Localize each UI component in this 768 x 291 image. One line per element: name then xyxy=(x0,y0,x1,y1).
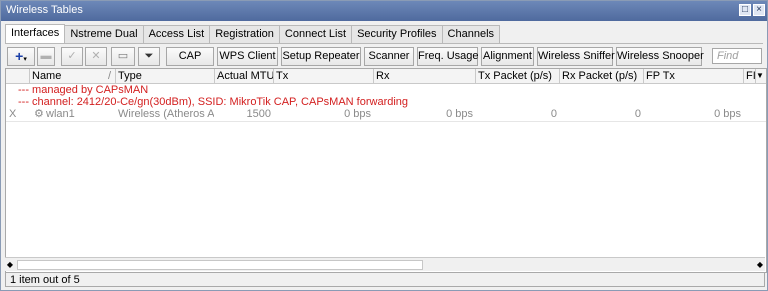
wireless-interface-icon: ⚙ xyxy=(34,108,44,120)
header-type[interactable]: Type xyxy=(116,69,215,83)
row-mtu: 1500 xyxy=(246,108,271,120)
tab-nstreme-dual[interactable]: Nstreme Dual xyxy=(64,25,144,43)
wireless-sniffer-button[interactable]: Wireless Sniffer xyxy=(537,47,615,66)
row-name: wlan1 xyxy=(46,108,75,120)
row-fp-tx: 0 bps xyxy=(714,108,741,120)
header-tx-packet[interactable]: Tx Packet (p/s) xyxy=(476,69,560,83)
note-icon: ▭ xyxy=(117,50,129,62)
minus-icon: ▬ xyxy=(40,50,52,62)
table-row[interactable]: X ⚙ wlan1 Wireless (Atheros AR9... 1500 … xyxy=(6,108,766,122)
check-icon: ✓ xyxy=(67,50,77,62)
sort-icon: / xyxy=(107,70,111,82)
wps-client-button[interactable]: WPS Client xyxy=(217,47,278,66)
add-button[interactable]: +▾ xyxy=(7,47,35,66)
maximize-icon[interactable]: □ xyxy=(739,4,751,16)
alignment-button[interactable]: Alignment xyxy=(481,47,534,66)
close-icon[interactable]: × xyxy=(753,4,765,16)
tab-connect-list[interactable]: Connect List xyxy=(278,25,353,43)
tab-channels[interactable]: Channels xyxy=(441,25,501,43)
header-tx[interactable]: Tx xyxy=(274,69,374,83)
cross-icon: ✕ xyxy=(91,50,101,62)
window-title: Wireless Tables xyxy=(6,4,83,16)
scroll-right-icon[interactable]: ◆ xyxy=(755,258,765,271)
scroll-left-icon[interactable]: ◆ xyxy=(5,258,15,271)
header-rx-packet[interactable]: Rx Packet (p/s) xyxy=(560,69,644,83)
wireless-tables-window: Wireless Tables □ × Interfaces Nstreme D… xyxy=(0,0,768,291)
comment-managed-by-capsman: --- managed by CAPsMAN xyxy=(18,84,149,96)
header-actual-mtu[interactable]: Actual MTU xyxy=(215,69,274,83)
tab-divider xyxy=(5,43,763,44)
disable-button[interactable]: ✕ xyxy=(85,47,107,66)
window-titlebar[interactable]: Wireless Tables □ × xyxy=(1,1,767,21)
header-name[interactable]: Name / xyxy=(30,69,116,83)
horizontal-scrollbar[interactable]: ◆ ◆ xyxy=(5,257,765,271)
scrollbar-thumb[interactable] xyxy=(17,260,423,270)
dropdown-arrow-icon: ▾ xyxy=(23,56,27,63)
cap-button[interactable]: CAP xyxy=(166,47,214,66)
tab-bar: Interfaces Nstreme Dual Access List Regi… xyxy=(5,24,501,44)
column-menu-icon[interactable]: ▼ xyxy=(756,69,766,83)
setup-repeater-button[interactable]: Setup Repeater xyxy=(281,47,361,66)
row-type: Wireless (Atheros AR9... xyxy=(118,108,214,120)
remove-button[interactable]: ▬ xyxy=(37,47,55,66)
tab-interfaces[interactable]: Interfaces xyxy=(5,24,66,43)
header-rx[interactable]: Rx xyxy=(374,69,476,83)
freq-usage-button[interactable]: Freq. Usage xyxy=(417,47,479,66)
header-flag[interactable] xyxy=(6,69,30,83)
tab-access-list[interactable]: Access List xyxy=(142,25,211,43)
tab-registration[interactable]: Registration xyxy=(209,25,280,43)
row-flag: X xyxy=(9,108,17,120)
comment-button[interactable]: ▭ xyxy=(111,47,135,66)
row-rx-packet: 0 xyxy=(634,108,641,120)
status-bar: 1 item out of 5 xyxy=(5,272,765,287)
row-tx: 0 bps xyxy=(344,108,371,120)
interfaces-table: Name / Type Actual MTU Tx Rx Tx Packet (… xyxy=(5,68,767,273)
filter-button[interactable]: ⏷ xyxy=(138,47,160,66)
row-tx-packet: 0 xyxy=(550,108,557,120)
scanner-button[interactable]: Scanner xyxy=(364,47,414,66)
table-header: Name / Type Actual MTU Tx Rx Tx Packet (… xyxy=(6,69,766,84)
wireless-snooper-button[interactable]: Wireless Snooper xyxy=(616,47,704,66)
header-fp-tx[interactable]: FP Tx xyxy=(644,69,744,83)
row-rx: 0 bps xyxy=(446,108,473,120)
filter-icon: ⏷ xyxy=(144,50,154,62)
comment-channel: --- channel: 2412/20-Ce/gn(30dBm), SSID:… xyxy=(18,96,409,108)
item-count: 1 item out of 5 xyxy=(10,274,80,286)
enable-button[interactable]: ✓ xyxy=(61,47,83,66)
tab-security-profiles[interactable]: Security Profiles xyxy=(351,25,443,43)
header-fi[interactable]: FI xyxy=(744,69,756,83)
find-input[interactable]: Find xyxy=(712,48,762,64)
